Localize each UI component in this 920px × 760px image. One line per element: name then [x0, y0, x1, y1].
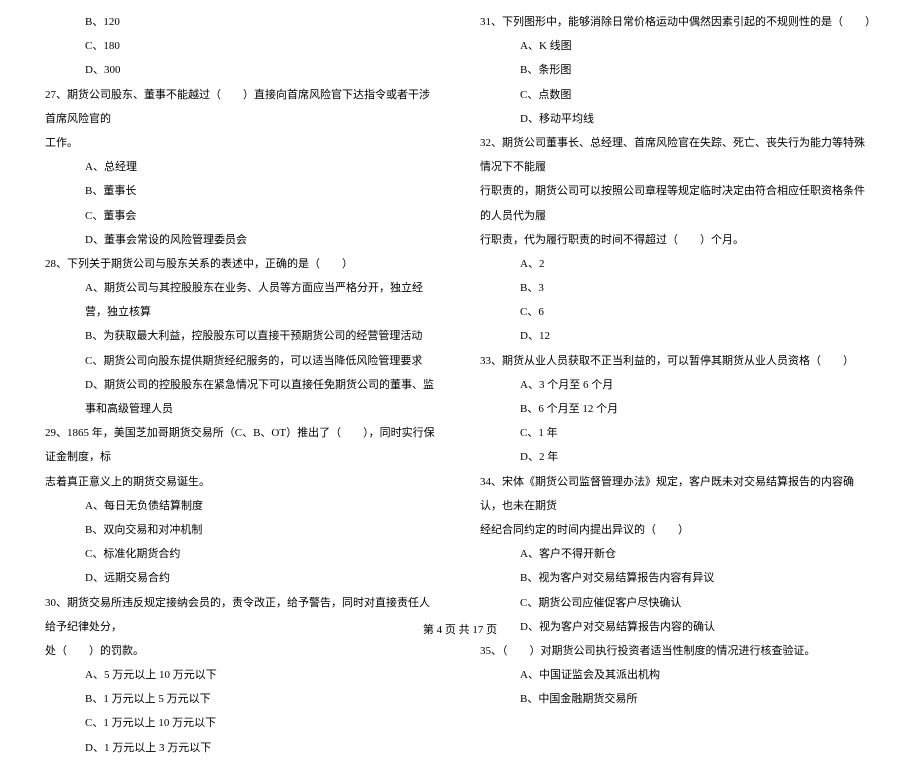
option-text: D、移动平均线	[480, 107, 875, 131]
option-text: B、条形图	[480, 58, 875, 82]
option-text: A、每日无负债结算制度	[45, 494, 440, 518]
question-29: 29、1865 年，美国芝加哥期货交易所（C、B、OT）推出了（ ），同时实行保…	[45, 421, 440, 469]
option-text: B、6 个月至 12 个月	[480, 397, 875, 421]
question-28: 28、下列关于期货公司与股东关系的表述中，正确的是（ ）	[45, 252, 440, 276]
option-text: B、中国金融期货交易所	[480, 687, 875, 711]
question-32: 32、期货公司董事长、总经理、首席风险官在失踪、死亡、丧失行为能力等特殊情况下不…	[480, 131, 875, 179]
left-column: B、120 C、180 D、300 27、期货公司股东、董事不能越过（ ）直接向…	[35, 10, 460, 620]
option-text: D、远期交易合约	[45, 566, 440, 590]
option-text: C、180	[45, 34, 440, 58]
question-31: 31、下列图形中，能够消除日常价格运动中偶然因素引起的不规则性的是（ ）	[480, 10, 875, 34]
page-footer: 第 4 页 共 17 页	[0, 618, 920, 642]
option-text: B、3	[480, 276, 875, 300]
option-text: B、双向交易和对冲机制	[45, 518, 440, 542]
question-32-cont1: 行职责的，期货公司可以按照公司章程等规定临时决定由符合相应任职资格条件的人员代为…	[480, 179, 875, 227]
option-text: D、300	[45, 58, 440, 82]
option-text: D、董事会常设的风险管理委员会	[45, 228, 440, 252]
option-text: C、1 年	[480, 421, 875, 445]
question-34-cont: 经纪合同约定的时间内提出异议的（ ）	[480, 518, 875, 542]
question-27-cont: 工作。	[45, 131, 440, 155]
option-text: C、点数图	[480, 83, 875, 107]
option-text: A、2	[480, 252, 875, 276]
page-content: B、120 C、180 D、300 27、期货公司股东、董事不能越过（ ）直接向…	[0, 0, 920, 620]
option-text: B、120	[45, 10, 440, 34]
option-text: C、标准化期货合约	[45, 542, 440, 566]
question-27: 27、期货公司股东、董事不能越过（ ）直接向首席风险官下达指令或者干涉首席风险官…	[45, 83, 440, 131]
option-text: A、客户不得开新仓	[480, 542, 875, 566]
question-33: 33、期货从业人员获取不正当利益的，可以暂停其期货从业人员资格（ ）	[480, 349, 875, 373]
option-text: D、1 万元以上 3 万元以下	[45, 736, 440, 760]
question-29-cont: 志着真正意义上的期货交易诞生。	[45, 470, 440, 494]
option-text: B、1 万元以上 5 万元以下	[45, 687, 440, 711]
option-text: A、总经理	[45, 155, 440, 179]
option-text: D、12	[480, 324, 875, 348]
question-30-cont: 处（ ）的罚款。	[45, 639, 440, 663]
option-text: C、6	[480, 300, 875, 324]
option-text: C、期货公司向股东提供期货经纪服务的，可以适当降低风险管理要求	[45, 349, 440, 373]
option-text: A、中国证监会及其派出机构	[480, 663, 875, 687]
option-text: A、3 个月至 6 个月	[480, 373, 875, 397]
option-text: A、K 线图	[480, 34, 875, 58]
option-text: C、期货公司应催促客户尽快确认	[480, 591, 875, 615]
option-text: B、董事长	[45, 179, 440, 203]
option-text: A、5 万元以上 10 万元以下	[45, 663, 440, 687]
option-text: B、为获取最大利益，控股股东可以直接干预期货公司的经营管理活动	[45, 324, 440, 348]
right-column: 31、下列图形中，能够消除日常价格运动中偶然因素引起的不规则性的是（ ） A、K…	[460, 10, 885, 620]
question-32-cont2: 行职责，代为履行职责的时间不得超过（ ）个月。	[480, 228, 875, 252]
question-34: 34、宋体《期货公司监督管理办法》规定，客户既未对交易结算报告的内容确认，也未在…	[480, 470, 875, 518]
option-text: B、视为客户对交易结算报告内容有异议	[480, 566, 875, 590]
option-text: A、期货公司与其控股股东在业务、人员等方面应当严格分开，独立经营，独立核算	[45, 276, 440, 324]
option-text: C、1 万元以上 10 万元以下	[45, 711, 440, 735]
option-text: C、董事会	[45, 204, 440, 228]
option-text: D、2 年	[480, 445, 875, 469]
question-35: 35、（ ）对期货公司执行投资者适当性制度的情况进行核查验证。	[480, 639, 875, 663]
option-text: D、期货公司的控股股东在紧急情况下可以直接任免期货公司的董事、监事和高级管理人员	[45, 373, 440, 421]
